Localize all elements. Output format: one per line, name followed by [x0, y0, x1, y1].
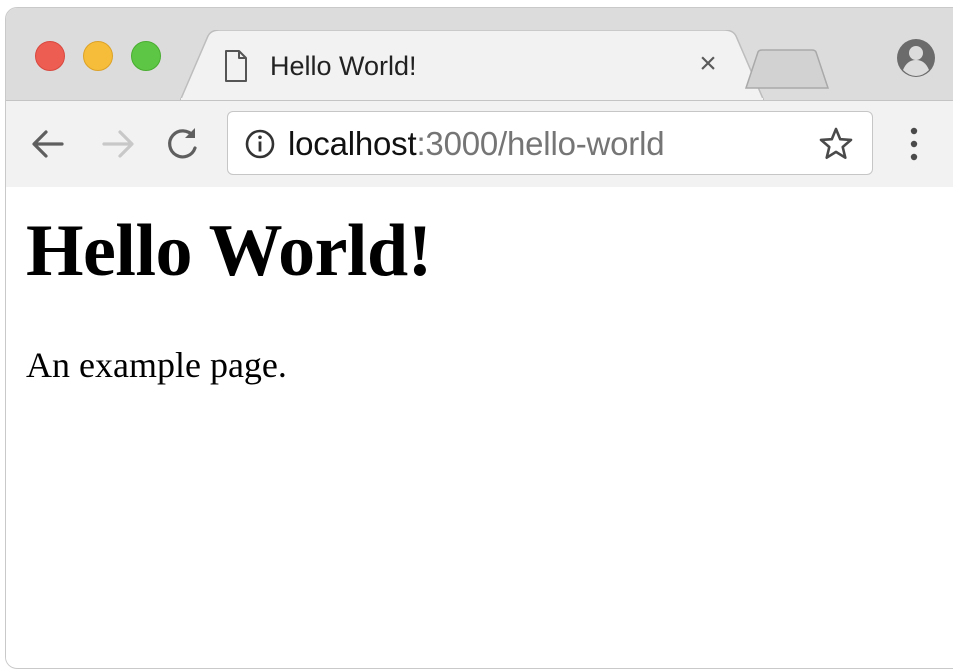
star-icon[interactable]	[818, 126, 854, 162]
url-path: :3000/hello-world	[416, 125, 665, 162]
address-bar[interactable]: localhost:3000/hello-world	[227, 111, 873, 175]
minimize-window-button[interactable]	[83, 41, 113, 71]
reload-icon[interactable]	[160, 122, 204, 166]
url-host: localhost	[288, 125, 417, 162]
page-icon	[225, 50, 247, 82]
tab-title: Hello World!	[270, 51, 417, 81]
arrow-right-icon[interactable]	[96, 122, 140, 166]
arrow-left-icon[interactable]	[26, 122, 70, 166]
info-icon[interactable]	[244, 128, 276, 160]
vertical-dots-icon[interactable]	[902, 123, 926, 167]
browser-toolbar: localhost:3000/hello-world	[6, 100, 953, 188]
page-heading: Hello World!	[26, 210, 432, 292]
tab-close-icon[interactable]: ×	[692, 48, 724, 80]
page-paragraph: An example page.	[26, 345, 287, 385]
close-window-button[interactable]	[35, 41, 65, 71]
page-content: Hello World! An example page.	[6, 187, 953, 667]
browser-window: Hello World! × localhost:3000/hello-worl…	[5, 7, 953, 669]
url-text[interactable]: localhost:3000/hello-world	[288, 125, 665, 163]
tab-background	[180, 30, 764, 102]
zoom-window-button[interactable]	[131, 41, 161, 71]
tab-hello-world[interactable]: Hello World! ×	[180, 30, 764, 102]
profile-icon[interactable]	[896, 38, 936, 78]
tab-strip: Hello World! ×	[6, 8, 953, 102]
new-tab-button[interactable]	[744, 48, 834, 90]
